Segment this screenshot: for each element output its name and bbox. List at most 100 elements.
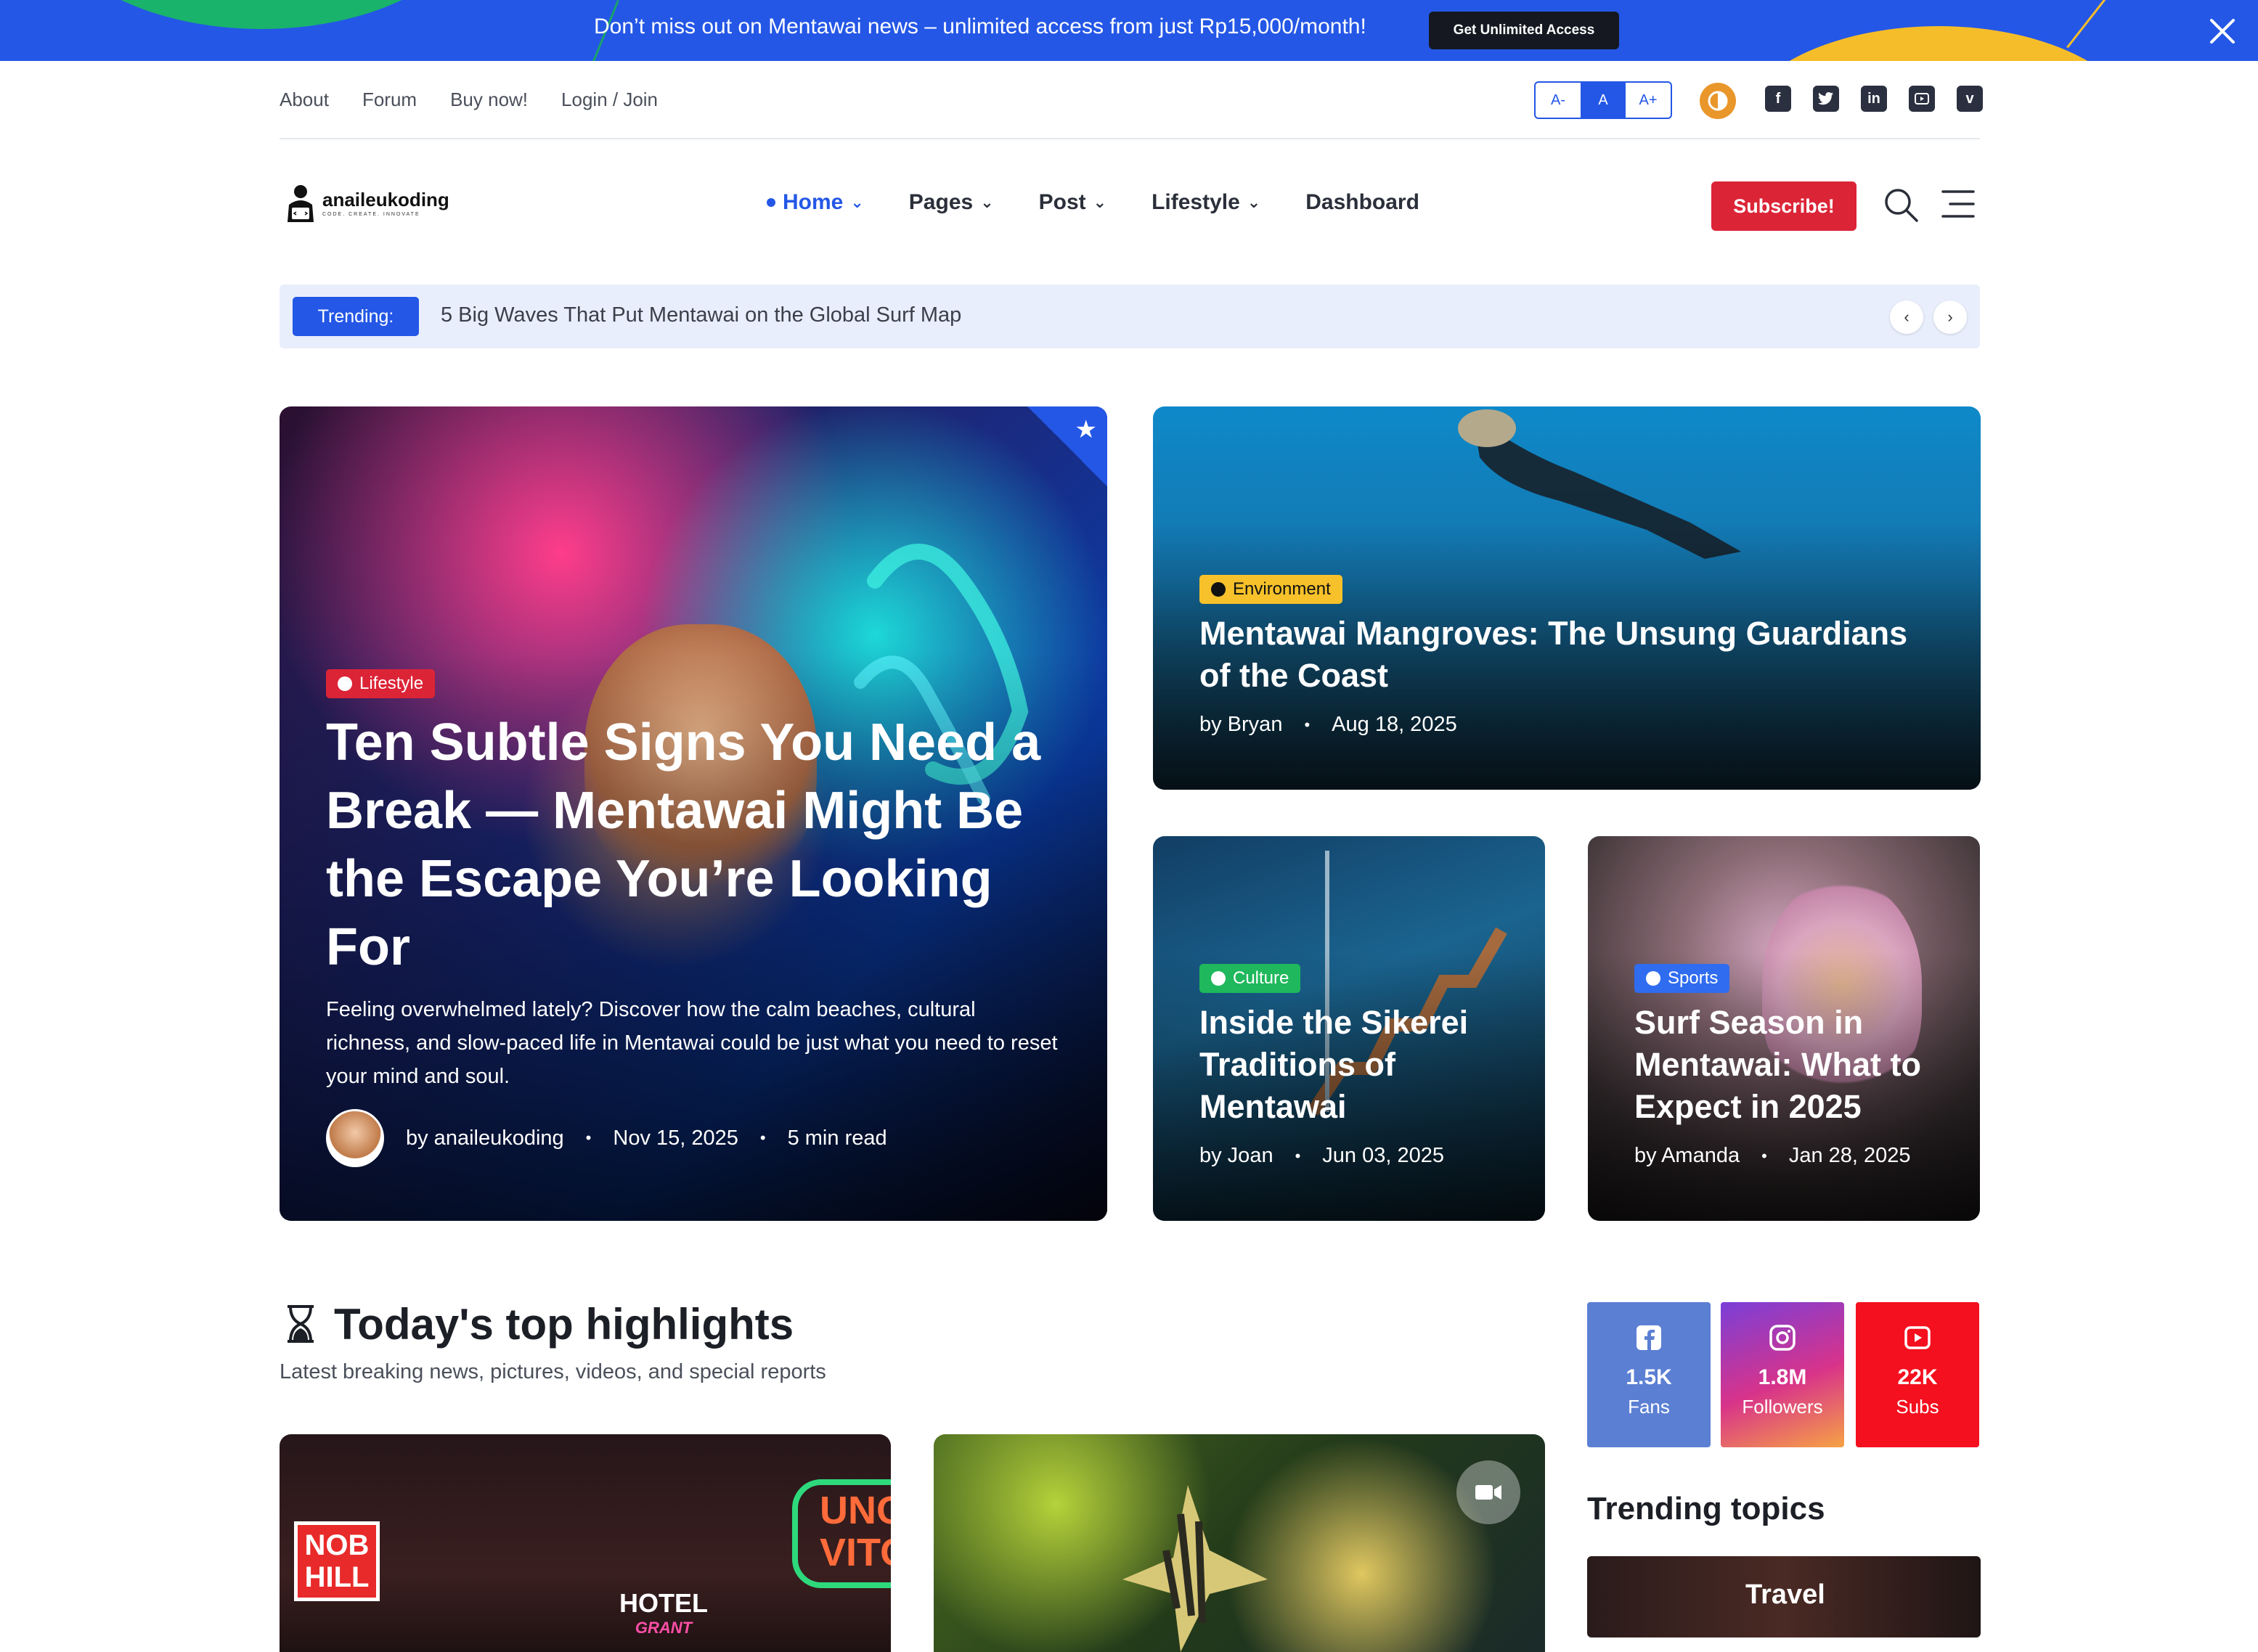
social-links: f in v [1765,86,1983,112]
brand-name: anaileukoding [322,188,449,210]
stat-count: 22K [1897,1365,1938,1389]
badge-dot [1211,971,1226,986]
featured-environment-title[interactable]: Mentawai Mangroves: The Unsung Guardians… [1199,613,1934,697]
post-meta: by Joan • Jun 03, 2025 [1199,1144,1499,1168]
font-decrease-button[interactable]: A- [1536,83,1581,118]
featured-environment-card[interactable]: Environment Mentawai Mangroves: The Unsu… [1153,406,1981,790]
category-badge[interactable]: Sports [1634,964,1730,993]
nav-post[interactable]: Post ⌄ [1039,190,1106,215]
section-subtitle: Latest breaking news, pictures, videos, … [280,1360,826,1383]
get-unlimited-access-button[interactable]: Get Unlimited Access [1429,12,1619,49]
section-title: Today's top highlights [334,1300,794,1349]
highlight-video-card[interactable] [934,1434,1545,1652]
category-badge[interactable]: Environment [1199,575,1342,604]
chevron-right-icon: › [1947,308,1953,326]
font-increase-button[interactable]: A+ [1626,83,1671,118]
trending-next-button[interactable]: › [1933,300,1967,334]
stat-label: Followers [1742,1396,1823,1418]
stat-count: 1.5K [1626,1365,1672,1389]
nav-post-label: Post [1038,190,1086,214]
category-badge[interactable]: Lifestyle [326,669,436,698]
post-meta: by Amanda • Jan 28, 2025 [1634,1144,1933,1168]
post-meta: by anaileukoding • Nov 15, 2025 • 5 min … [326,1109,1061,1167]
font-size-switcher: A- A A+ [1534,81,1672,119]
meta-separator: • [759,1129,766,1147]
nav-pages[interactable]: Pages ⌄ [909,190,994,215]
facebook-icon [1637,1325,1661,1350]
subscribe-button[interactable]: Subscribe! [1711,181,1856,231]
login-join-link[interactable]: Login / Join [561,89,658,111]
facebook-icon[interactable]: f [1765,86,1791,112]
promo-text: Don’t miss out on Mentawai news – unlimi… [594,15,1366,38]
nav-home[interactable]: Home ⌄ [767,190,864,215]
post-author[interactable]: by Amanda [1634,1144,1740,1168]
nav-dashboard[interactable]: Dashboard [1305,190,1419,215]
badge-dot [338,676,352,691]
trending-topic-label: Travel [1745,1579,1825,1610]
featured-sports-title[interactable]: Surf Season in Mentawai: What to Expect … [1634,1002,1933,1128]
featured-culture-title[interactable]: Inside the Sikerei Traditions of Mentawa… [1199,1002,1499,1128]
trending-topic-item[interactable]: Travel [1587,1556,1981,1637]
trending-topics-title: Trending topics [1587,1491,1825,1526]
hourglass-icon [288,1305,314,1343]
featured-sports-content: Sports Surf Season in Mentawai: What to … [1634,964,1933,1168]
vimeo-icon[interactable]: v [1957,86,1983,112]
post-author[interactable]: by anaileukoding [406,1126,564,1150]
chevron-down-icon: ⌄ [980,193,994,211]
post-author[interactable]: by Bryan [1199,713,1282,737]
trending-ticker: Trending: 5 Big Waves That Put Mentawai … [280,285,1980,348]
linkedin-icon[interactable]: in [1861,86,1887,112]
neon-sign: UNC VITO [792,1479,891,1588]
chevron-down-icon: ⌄ [1093,193,1107,211]
meta-separator: • [1295,1146,1301,1165]
theme-toggle-icon[interactable] [1700,83,1736,119]
avatar[interactable] [326,1109,384,1167]
nav-dashboard-label: Dashboard [1305,190,1419,214]
brand-logo[interactable]: anaileukoding CODE. CREATE. INNOVATE [285,183,449,224]
nav-lifestyle[interactable]: Lifestyle ⌄ [1152,190,1260,215]
trending-headline[interactable]: 5 Big Waves That Put Mentawai on the Glo… [441,303,961,327]
coder-avatar-icon [288,185,314,222]
twitter-icon[interactable] [1813,86,1839,112]
featured-main-card[interactable]: ★ Lifestyle Ten Subtle Signs You Need a … [280,406,1107,1221]
post-meta: by Bryan • Aug 18, 2025 [1199,713,1934,737]
category-badge[interactable]: Culture [1199,964,1301,993]
font-default-button[interactable]: A [1581,83,1626,118]
main-nav: Home ⌄ Pages ⌄ Post ⌄ Lifestyle ⌄ Dashbo… [767,190,1419,215]
nav-home-label: Home [783,190,844,214]
top-links: About Forum Buy now! Login / Join [280,89,658,111]
meta-separator: • [585,1129,592,1147]
chevron-down-icon: ⌄ [850,193,864,211]
featured-main-excerpt: Feeling overwhelmed lately? Discover how… [326,998,1058,1088]
featured-main-title[interactable]: Ten Subtle Signs You Need a Break — Ment… [326,708,1061,981]
buy-now-link[interactable]: Buy now! [450,89,528,111]
featured-culture-card[interactable]: Culture Inside the Sikerei Traditions of… [1153,836,1545,1221]
post-author[interactable]: by Joan [1199,1144,1273,1168]
close-icon[interactable] [2207,16,2238,46]
youtube-icon[interactable] [1909,86,1935,112]
trending-label: Trending: [293,297,419,336]
instagram-followers-stat[interactable]: 1.8M Followers [1721,1302,1844,1447]
hotel-sign-sub: GRANT [635,1619,693,1637]
hamburger-menu-icon[interactable] [1940,187,1976,221]
search-icon[interactable] [1882,186,1920,224]
featured-sports-card[interactable]: Sports Surf Season in Mentawai: What to … [1588,836,1980,1221]
promo-banner: Don’t miss out on Mentawai news – unlimi… [0,0,2258,61]
facebook-fans-stat[interactable]: 1.5K Fans [1587,1302,1711,1447]
neon-sign-label: UNC VITO [820,1489,891,1574]
chevron-down-icon: ⌄ [1247,193,1261,211]
badge-dot [1211,582,1226,597]
forum-link[interactable]: Forum [362,89,417,111]
post-date: Aug 18, 2025 [1332,713,1457,736]
video-camera-icon[interactable] [1456,1460,1520,1524]
nav-pages-label: Pages [908,190,974,214]
post-date: Jan 28, 2025 [1788,1144,1911,1167]
trending-prev-button[interactable]: ‹ [1890,300,1923,334]
instagram-icon [1769,1325,1796,1351]
about-link[interactable]: About [280,89,329,111]
stat-label: Subs [1896,1396,1939,1418]
youtube-subs-stat[interactable]: 22K Subs [1856,1302,1979,1447]
highlight-card[interactable]: NOB HILL HOTEL GRANT UNC VITO [280,1434,891,1652]
featured-corner: ★ [1027,406,1107,486]
meta-separator: • [1304,715,1311,734]
